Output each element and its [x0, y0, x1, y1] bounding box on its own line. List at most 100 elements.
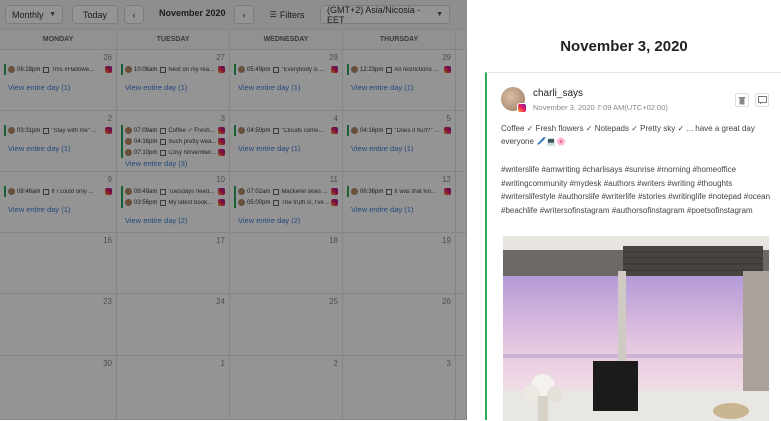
calendar-post-event[interactable]: 09:49am Tuesdays need... — [121, 186, 225, 197]
day-cell[interactable]: 2 03:31pm "Stay with me" ... View entire da… — [0, 111, 117, 172]
calendar-post-event[interactable]: 05:49pm "Everybody is ... — [234, 64, 338, 75]
day-cell[interactable]: 18 — [230, 233, 343, 294]
view-entire-day-label: View entire day — [8, 144, 60, 153]
event-text: "Everybody is ... — [281, 66, 325, 73]
event-time: 03:56pm — [134, 199, 158, 206]
event-text: Mackerel skies ... — [281, 188, 328, 195]
view-entire-day-link[interactable]: View entire day (1) — [8, 83, 70, 92]
day-cell[interactable]: 1 — [117, 356, 230, 420]
event-time: 10:06am — [134, 66, 158, 73]
avatar — [351, 66, 358, 73]
day-cell[interactable]: 5 04:16pm "Does it hurt?" ... View entire d… — [343, 111, 456, 172]
avatar — [351, 127, 358, 134]
event-time: 05:49pm — [247, 66, 271, 73]
calendar-post-event[interactable]: 03:31pm "Stay with me" ... — [4, 125, 112, 136]
calendar-post-event[interactable]: 06:36pm It was that kin... — [347, 186, 451, 197]
view-entire-day-link[interactable]: View entire day (1) — [351, 144, 413, 153]
day-cell[interactable]: 3 07:09am Coffee ✓ Fresh... 04:16pm Such pre… — [117, 111, 230, 172]
day-cell[interactable]: 16 — [0, 233, 117, 294]
post-username: charli_says — [533, 88, 584, 99]
day-cell[interactable]: 3 — [343, 356, 456, 420]
instagram-icon — [444, 188, 451, 195]
day-cell[interactable]: 19 — [343, 233, 456, 294]
day-number: 2 — [107, 114, 112, 123]
day-number: 3 — [446, 359, 451, 368]
day-cell[interactable]: 2 — [230, 356, 343, 420]
view-entire-day-link[interactable]: View entire day (1) — [125, 83, 187, 92]
event-text: Coffee ✓ Fresh... — [168, 128, 215, 134]
timezone-label: (GMT+2) Asia/Nicosia - EET — [327, 4, 421, 25]
instagram-icon — [331, 66, 338, 73]
filters-button[interactable]: ☰ Filters — [262, 5, 312, 24]
calendar-post-event[interactable]: 07:09am Coffee ✓ Fresh... — [121, 125, 225, 136]
view-entire-day-link[interactable]: View entire day (2) — [238, 216, 300, 225]
view-entire-day-link[interactable]: View entire day (1) — [8, 205, 70, 214]
view-entire-day-link[interactable]: View entire day (1) — [238, 144, 300, 153]
event-count: (1) — [61, 205, 71, 214]
calendar-post-event[interactable]: 04:50pm "Clouds come... — [234, 125, 338, 136]
instagram-icon — [331, 188, 338, 195]
day-number: 26 — [442, 297, 451, 306]
view-mode-label: Monthly — [12, 9, 44, 20]
instagram-icon — [218, 199, 225, 206]
day-cell[interactable]: 4 04:50pm "Clouds come... View entire day (… — [230, 111, 343, 172]
day-number: 23 — [103, 297, 112, 306]
day-cell[interactable]: 9 08:46am If I could only ... View entire d… — [0, 172, 117, 233]
day-cell[interactable]: 12 06:36pm It was that kin... View entire d… — [343, 172, 456, 233]
instagram-icon — [218, 188, 225, 195]
view-entire-day-label: View entire day — [8, 205, 60, 214]
day-cell[interactable]: 24 — [117, 294, 230, 356]
checkbox-icon — [160, 138, 167, 145]
timezone-select[interactable]: (GMT+2) Asia/Nicosia - EET ▼ — [320, 4, 450, 25]
day-cell[interactable]: 25 — [230, 294, 343, 356]
today-button[interactable]: Today — [72, 5, 118, 24]
delete-icon[interactable] — [735, 93, 749, 107]
event-text: The truth is, I've ... — [281, 199, 329, 206]
day-cell[interactable]: 23 — [0, 294, 117, 356]
day-number: 19 — [442, 236, 451, 245]
calendar-post-event[interactable]: 12:23pm All restrictions ... — [347, 64, 451, 75]
prev-month-button[interactable]: ‹ — [124, 5, 144, 24]
day-cell[interactable]: 26 06:28pm This #Hallowe... View entire day… — [0, 50, 117, 111]
calendar-post-event[interactable]: 08:46am If I could only ... — [4, 186, 112, 197]
instagram-icon — [218, 127, 225, 134]
next-month-button[interactable]: › — [234, 5, 254, 24]
post-detail-panel: November 3, 2020 charli_says November 3,… — [467, 0, 781, 421]
event-text: "Clouds come... — [281, 127, 324, 134]
day-cell[interactable]: 27 10:06am Next on my rea... View entire da… — [117, 50, 230, 111]
calendar-post-event[interactable]: 03:56pm My latest book... — [121, 197, 225, 208]
view-entire-day-link[interactable]: View entire day (1) — [8, 144, 70, 153]
view-entire-day-link[interactable]: View entire day (1) — [351, 205, 413, 214]
calendar-post-event[interactable]: 06:28pm This #Hallowe... — [4, 64, 112, 75]
day-cell[interactable]: 26 — [343, 294, 456, 356]
view-entire-day-link[interactable]: View entire day (2) — [125, 216, 187, 225]
calendar-post-event[interactable]: 10:06am Next on my rea... — [121, 64, 225, 75]
day-number: 11 — [329, 175, 338, 184]
view-mode-select[interactable]: Monthly ▼ — [5, 5, 63, 24]
calendar-post-event[interactable]: 04:16pm Such pretty wea... — [121, 136, 225, 147]
checkbox-icon — [160, 199, 167, 206]
view-entire-day-link[interactable]: View entire day (1) — [351, 83, 413, 92]
day-cell[interactable]: 11 07:02am Mackerel skies ... 05:00pm The tr… — [230, 172, 343, 233]
instagram-icon — [331, 199, 338, 206]
calendar-post-event[interactable]: 07:02am Mackerel skies ... — [234, 186, 338, 197]
day-cell[interactable]: 29 12:23pm All restrictions ... View entire… — [343, 50, 456, 111]
day-cell[interactable]: 30 — [0, 356, 117, 420]
avatar — [125, 199, 132, 206]
view-entire-day-link[interactable]: View entire day (1) — [238, 83, 300, 92]
calendar-post-event[interactable]: 04:16pm "Does it hurt?" ... — [347, 125, 451, 136]
instagram-icon — [444, 66, 451, 73]
comment-icon[interactable] — [755, 93, 769, 107]
calendar-post-event[interactable]: 05:00pm The truth is, I've ... — [234, 197, 338, 208]
event-text: Such pretty wea... — [168, 138, 216, 145]
avatar — [8, 188, 15, 195]
calendar-post-event[interactable]: 07:10pm Cosy November... — [121, 147, 225, 158]
day-cell[interactable]: 17 — [117, 233, 230, 294]
checkbox-icon — [386, 188, 393, 195]
day-number: 17 — [216, 236, 225, 245]
day-cell[interactable]: 28 05:49pm "Everybody is ... View entire da… — [230, 50, 343, 111]
view-entire-day-link[interactable]: View entire day (3) — [125, 159, 187, 168]
day-cell[interactable]: 10 09:49am Tuesdays need... 03:56pm My lates… — [117, 172, 230, 233]
instagram-icon — [105, 188, 112, 195]
current-period-label: November 2020 — [159, 8, 226, 18]
